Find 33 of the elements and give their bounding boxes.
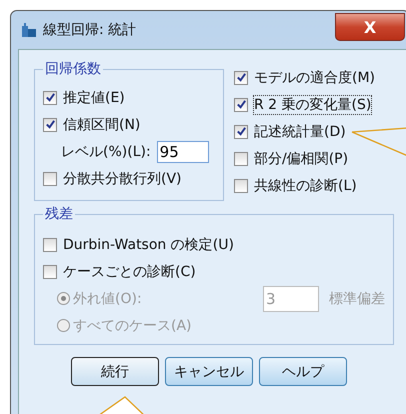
checkbox[interactable] — [43, 172, 57, 186]
app-icon — [21, 22, 37, 38]
checkbox[interactable] — [43, 90, 57, 104]
checkbox-label: 共線性の診断(L) — [254, 176, 357, 194]
level-input[interactable]: 95 — [156, 140, 209, 162]
unit-label: 標準偏差 — [329, 290, 385, 308]
checkbox[interactable] — [234, 124, 248, 138]
checkbox[interactable] — [234, 178, 248, 192]
window-title: 線型回帰: 統計 — [43, 21, 136, 39]
dialog-button[interactable]: キャンセル — [165, 357, 253, 386]
checkbox[interactable] — [234, 152, 248, 166]
group-title: 回帰係数 — [44, 60, 102, 78]
group-title: 残差 — [44, 205, 74, 223]
checkbox-label: 分散共分散行列(V) — [63, 170, 182, 188]
checkbox-label: 信頼区間(N) — [63, 116, 140, 134]
checkbox[interactable] — [43, 118, 57, 132]
checkbox[interactable] — [234, 98, 248, 112]
checkbox-label: 記述統計量(D) — [254, 122, 346, 140]
close-button[interactable]: X — [335, 13, 405, 41]
checkbox[interactable] — [43, 238, 57, 252]
checkbox-label: 部分/偏相関(P) — [254, 150, 348, 168]
checkbox-label: R 2 乗の変化量(S) — [254, 96, 372, 114]
dialog-button[interactable]: ヘルプ — [259, 357, 347, 386]
radio-label: すべてのケース(A) — [73, 316, 192, 334]
checkbox[interactable] — [234, 70, 248, 84]
dialog-button[interactable]: 続行 — [71, 357, 159, 386]
level-label: レベル(%)(L): — [61, 142, 151, 160]
checkbox-label: Durbin-Watson の検定(U) — [63, 236, 234, 254]
checkbox-label: 推定値(E) — [63, 88, 125, 106]
radio-label: 外れ値(O): — [73, 290, 142, 308]
checkbox[interactable] — [43, 264, 57, 278]
checkbox-label: モデルの適合度(M) — [254, 68, 376, 86]
checkbox-label: ケースごとの診断(C) — [63, 262, 196, 280]
